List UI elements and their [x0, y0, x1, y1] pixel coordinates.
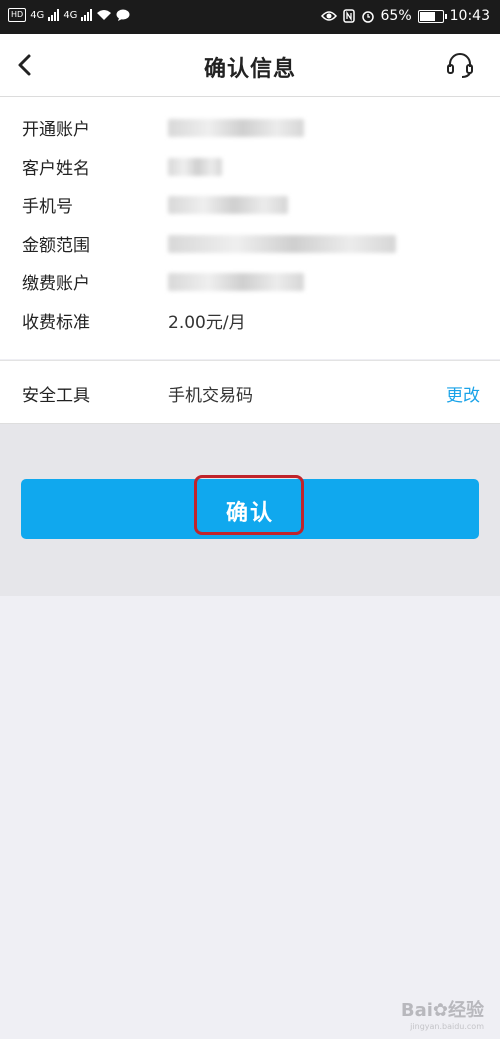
- button-area: 确认: [0, 424, 500, 596]
- clock: 10:43: [449, 8, 490, 24]
- battery-level: [419, 11, 436, 21]
- security-tool-value: 手机交易码: [168, 386, 253, 406]
- masked-value: [168, 273, 304, 291]
- highlight-box: [194, 475, 304, 535]
- info-row-payment-account: 缴费账户: [0, 263, 500, 301]
- wifi-icon: [97, 10, 112, 20]
- info-row-phone: 手机号: [0, 186, 500, 224]
- info-label: 客户姓名: [22, 159, 90, 179]
- eye-icon: [320, 11, 337, 21]
- info-row-account: 开通账户: [0, 109, 500, 147]
- status-bar: HD 4G 4G 65% 10:43: [0, 0, 500, 34]
- status-left: HD 4G 4G: [8, 8, 130, 22]
- info-label: 开通账户: [22, 120, 90, 140]
- security-tool-row: 安全工具 手机交易码 更改: [0, 361, 500, 424]
- chat-icon: [116, 9, 130, 21]
- info-section: 开通账户 客户姓名 手机号 金额范围 缴费账户 收费标准 2.00元/月: [0, 97, 500, 359]
- nfc-icon: [342, 9, 355, 23]
- status-right: 65% 10:43: [320, 8, 490, 24]
- info-row-amount-range: 金额范围: [0, 225, 500, 263]
- signal-icon: [81, 9, 93, 21]
- signal-icon: [48, 9, 60, 21]
- info-row-customer-name: 客户姓名: [0, 148, 500, 186]
- watermark-brand-2: 经验: [448, 1000, 484, 1021]
- info-row-fee: 收费标准 2.00元/月: [0, 302, 500, 340]
- security-tool-label: 安全工具: [22, 386, 90, 406]
- info-label: 收费标准: [22, 313, 90, 333]
- masked-value: [168, 158, 222, 176]
- info-label: 金额范围: [22, 236, 90, 256]
- info-label: 缴费账户: [22, 274, 90, 294]
- watermark: Bai✿经验 jingyan.baidu.com: [401, 996, 484, 1031]
- network-type-1: 4G: [30, 9, 45, 21]
- battery-percent: 65%: [380, 8, 412, 24]
- watermark-brand: Bai: [400, 1000, 433, 1021]
- hd-indicator: HD: [8, 8, 27, 22]
- headset-icon: [447, 53, 473, 78]
- info-label: 手机号: [22, 197, 73, 217]
- network-type-2: 4G: [63, 9, 78, 21]
- battery-icon: [417, 9, 447, 23]
- confirm-button[interactable]: 确认: [21, 475, 479, 539]
- masked-value: [168, 235, 396, 253]
- masked-value: [168, 196, 288, 214]
- paw-icon: ✿: [432, 1000, 448, 1021]
- customer-service-button[interactable]: [446, 51, 474, 79]
- alarm-icon: [361, 11, 374, 23]
- fee-value: 2.00元/月: [168, 313, 246, 333]
- masked-value: [168, 119, 304, 137]
- nav-bar: 确认信息: [0, 34, 500, 97]
- page-title: 确认信息: [203, 57, 296, 82]
- watermark-url: jingyan.baidu.com: [410, 1022, 484, 1031]
- change-link[interactable]: 更改: [446, 381, 480, 406]
